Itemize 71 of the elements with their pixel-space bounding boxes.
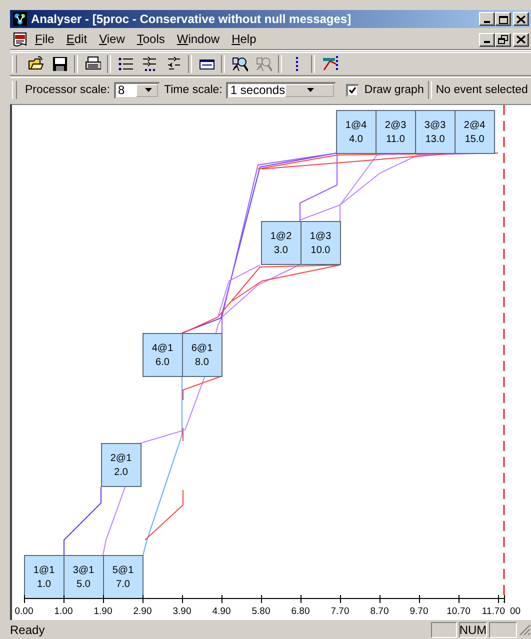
menu-item[interactable]: File bbox=[30, 31, 60, 48]
minimize-icon bbox=[484, 20, 490, 22]
event-box[interactable]: 2@4 15.0 bbox=[454, 110, 496, 154]
axis-label: 4.90 bbox=[212, 606, 231, 617]
axis-label: 7.70 bbox=[330, 606, 350, 617]
graph-icon bbox=[322, 56, 338, 72]
axis-label: 11.70 bbox=[482, 606, 505, 617]
axis-label: 6.80 bbox=[291, 606, 310, 617]
selection-status: No event selected bbox=[436, 84, 528, 96]
menu-item[interactable]: Window bbox=[172, 31, 225, 48]
dotted-line-icon bbox=[296, 57, 298, 71]
axis-label: 5.80 bbox=[252, 606, 270, 617]
axis-label: 8.70 bbox=[370, 606, 389, 617]
status-panel bbox=[489, 622, 517, 638]
restore-icon bbox=[498, 35, 508, 44]
time-scale-label: Time scale: bbox=[164, 84, 222, 96]
dropdown-arrow-icon bbox=[144, 88, 152, 92]
axis-label: 3.90 bbox=[172, 606, 192, 617]
menu-item[interactable]: Help bbox=[226, 31, 262, 48]
minimize-icon bbox=[484, 41, 490, 43]
event-box[interactable]: 2@1 2.0 bbox=[101, 443, 142, 487]
window-title: Analyser - [5proc - Conservative without null messages] bbox=[31, 12, 352, 26]
event-box[interactable]: 3@3 13.0 bbox=[415, 110, 456, 154]
event-box[interactable]: 1@4 4.0 bbox=[336, 110, 377, 154]
event-box[interactable]: 6@1 8.0 bbox=[182, 333, 222, 377]
close-icon bbox=[516, 14, 526, 24]
find-icon bbox=[232, 56, 248, 72]
axis-label: 0.00 bbox=[14, 606, 34, 617]
axis-label: 00 bbox=[510, 606, 521, 617]
save-icon bbox=[52, 56, 68, 72]
event-box[interactable]: 1@3 10.0 bbox=[300, 221, 341, 265]
document-icon bbox=[12, 32, 28, 48]
axis-label: 1.00 bbox=[54, 606, 73, 617]
find-icon bbox=[256, 56, 272, 72]
bullet-list-icon bbox=[118, 56, 134, 72]
event-box[interactable]: 4@1 6.0 bbox=[142, 333, 183, 377]
event-box[interactable]: 5@1 7.0 bbox=[103, 555, 144, 599]
event-box[interactable]: 2@3 11.0 bbox=[376, 110, 416, 154]
maximize-icon bbox=[498, 14, 508, 24]
open-folder-icon bbox=[28, 56, 44, 72]
app-icon bbox=[12, 11, 28, 27]
axis-label: 2.90 bbox=[133, 606, 152, 617]
maximize-button[interactable] bbox=[495, 12, 511, 26]
numbered-list-icon bbox=[142, 56, 158, 72]
status-text: Ready bbox=[10, 623, 46, 637]
processor-scale-dropdown[interactable]: 8 bbox=[114, 82, 160, 98]
restore-button[interactable] bbox=[495, 32, 511, 46]
dropdown-arrow-icon bbox=[307, 88, 314, 92]
event-box[interactable]: 1@1 1.0 bbox=[24, 555, 64, 599]
time-scale-dropdown[interactable]: 1 seconds bbox=[226, 82, 336, 98]
check-mark-icon bbox=[349, 86, 356, 94]
menu-item[interactable]: View bbox=[94, 31, 130, 48]
print-icon bbox=[84, 56, 100, 72]
menu-item[interactable]: Edit bbox=[61, 31, 92, 48]
minimize-button[interactable] bbox=[479, 12, 495, 26]
axis-label: 10.70 bbox=[446, 606, 470, 617]
axis-label: 1.90 bbox=[94, 606, 112, 617]
event-box[interactable]: 3@1 5.0 bbox=[64, 555, 104, 599]
draw-graph-checkbox[interactable]: Draw graph bbox=[340, 84, 424, 96]
event-box[interactable]: 1@2 3.0 bbox=[261, 221, 302, 265]
resize-grip-icon[interactable] bbox=[519, 624, 531, 636]
status-panel bbox=[431, 622, 457, 638]
num-lock-indicator: NUM bbox=[459, 622, 487, 638]
minimize-button[interactable] bbox=[479, 32, 495, 46]
axis-label: 9.70 bbox=[410, 606, 428, 617]
processor-scale-label: Processor scale: bbox=[25, 84, 110, 96]
close-button[interactable] bbox=[513, 12, 529, 26]
close-icon bbox=[516, 35, 526, 44]
menu-item[interactable]: Tools bbox=[132, 31, 170, 48]
swap-list-icon bbox=[166, 56, 182, 72]
close-button[interactable] bbox=[513, 32, 529, 46]
